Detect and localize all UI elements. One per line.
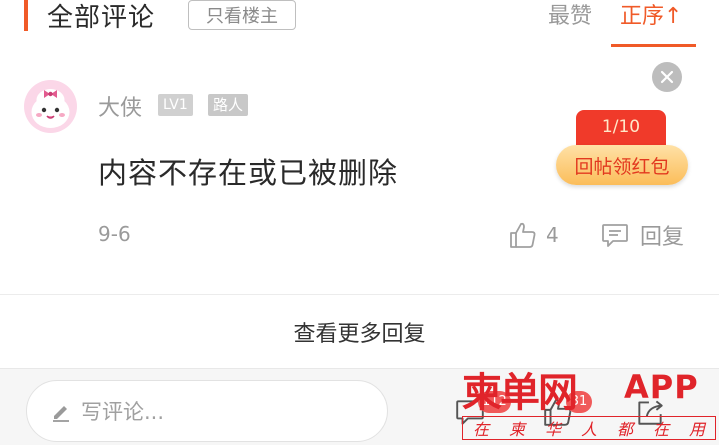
view-more-replies-link[interactable]: 查看更多回复 [0,316,719,348]
reply-button[interactable]: 回复 [600,218,684,252]
watermark-slogan: 在 柬 华 人 都 在 用 [462,416,716,440]
comment-bubble-icon [602,224,628,247]
like-count: 4 [546,223,559,247]
sort-order-tab[interactable]: 正序↑ [620,0,682,30]
slogan-char: 人 [580,420,597,439]
red-envelope-button[interactable]: 回帖领红包 [556,145,688,185]
section-divider [0,294,719,295]
avatar[interactable] [24,80,77,133]
slogan-char: 在 [472,420,489,439]
promo-close-button[interactable] [652,62,682,92]
user-role-badge: 路人 [208,94,249,116]
comment-content: 内容不存在或已被删除 [98,156,399,190]
sort-hot-tab[interactable]: 最赞 [548,0,592,30]
user-level-badge: LV1 [158,94,193,116]
slogan-char: 柬 [508,420,525,439]
slogan-char: 都 [616,420,633,439]
comment-username[interactable]: 大侠 [98,90,142,122]
comment-date: 9-6 [98,222,131,246]
thumbs-up-icon [510,222,536,248]
slogan-char: 用 [688,420,705,439]
slogan-char: 在 [652,420,669,439]
avatar-image [31,89,70,128]
write-comment-placeholder: 写评论... [81,400,165,424]
comments-title: 全部评论 [47,3,156,33]
like-button[interactable]: 4 [508,218,559,252]
op-only-button[interactable]: 只看楼主 [188,0,296,30]
close-icon [660,70,674,84]
watermark-logo: 柬单网 [462,370,578,416]
reply-label: 回复 [640,225,685,250]
write-comment-input[interactable]: 写评论... [26,380,388,442]
sort-tab-indicator [611,44,696,47]
slogan-char: 华 [544,420,561,439]
pencil-icon [53,406,69,422]
header-accent-bar [24,0,28,31]
watermark-app-text: APP [624,368,699,406]
